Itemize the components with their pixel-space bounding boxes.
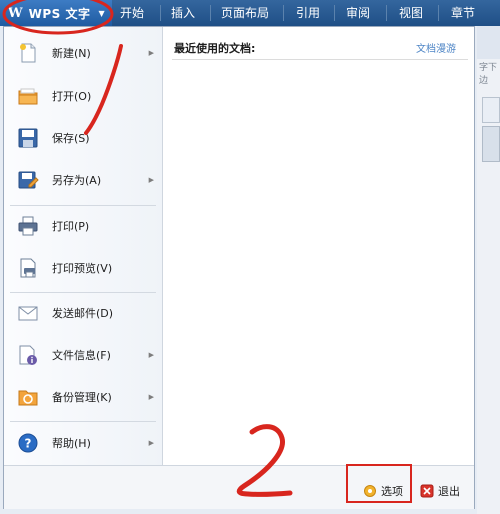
- menu-item-label: 发送邮件(D): [52, 307, 114, 320]
- background-text: 字下边: [479, 63, 498, 86]
- menu-item-file-info[interactable]: 文件信息(F) ▶: [4, 335, 162, 375]
- tab-separator: [160, 5, 161, 21]
- print-icon: [18, 216, 38, 236]
- recent-documents-title: 最近使用的文档:: [174, 42, 256, 55]
- svg-text:?: ?: [25, 437, 32, 451]
- wps-logo-icon: W: [8, 5, 23, 21]
- menu-item-backup[interactable]: 备份管理(K) ▶: [4, 377, 162, 417]
- menu-item-label: 备份管理(K): [52, 391, 112, 404]
- menu-item-label: 文件信息(F): [52, 349, 111, 362]
- menu-item-label: 打印(P): [52, 220, 90, 233]
- tab-view[interactable]: 视图: [399, 0, 423, 26]
- email-icon: [18, 306, 38, 321]
- background-control: [482, 97, 500, 123]
- menu-item-label: 打印预览(V): [52, 262, 113, 275]
- app-name: WPS 文字: [28, 6, 91, 21]
- exit-button[interactable]: 退出: [420, 480, 460, 502]
- submenu-arrow-icon: ▶: [148, 393, 154, 401]
- open-folder-icon: [18, 88, 38, 105]
- submenu-arrow-icon: ▶: [148, 176, 154, 184]
- options-label: 选项: [381, 485, 403, 498]
- menu-item-open[interactable]: 打开(O): [4, 76, 162, 116]
- menu-item-help[interactable]: ? 帮助(H) ▶: [4, 423, 162, 463]
- tab-separator: [386, 5, 387, 21]
- tab-separator: [283, 5, 284, 21]
- help-icon: ?: [18, 433, 38, 453]
- app-menu-button[interactable]: W WPS 文字 ▼: [0, 0, 112, 26]
- tab-separator: [210, 5, 211, 21]
- menu-item-label: 另存为(A): [52, 174, 102, 187]
- menu-item-send-email[interactable]: 发送邮件(D): [4, 293, 162, 333]
- tab-insert[interactable]: 插入: [171, 0, 195, 26]
- submenu-arrow-icon: ▶: [148, 439, 154, 447]
- backup-icon: [18, 390, 38, 406]
- tab-references[interactable]: 引用: [296, 0, 320, 26]
- save-as-icon: [18, 171, 39, 189]
- exit-label: 退出: [438, 485, 460, 498]
- recent-divider: [172, 59, 468, 60]
- exit-icon: [420, 484, 434, 498]
- file-info-icon: [19, 345, 37, 365]
- menu-item-new[interactable]: 新建(N) ▶: [4, 33, 162, 73]
- tab-chapter[interactable]: 章节: [451, 0, 475, 26]
- gear-icon: [364, 485, 376, 497]
- tab-review[interactable]: 审阅: [346, 0, 370, 26]
- submenu-arrow-icon: ▶: [148, 351, 154, 359]
- print-preview-icon: [20, 258, 36, 278]
- options-button[interactable]: 选项: [363, 480, 403, 502]
- save-icon: [18, 128, 38, 148]
- toolbar-background: [477, 26, 500, 59]
- file-menu-panel: 新建(N) ▶ 打开(O) 保存(S) 另存为(A) ▶ 打印(P) 打印预览(…: [3, 26, 475, 509]
- menu-divider: [10, 421, 156, 422]
- menu-item-print[interactable]: 打印(P): [4, 206, 162, 246]
- tab-page-layout[interactable]: 页面布局: [221, 0, 269, 26]
- menu-bar: W WPS 文字 ▼ 开始 插入 页面布局 引用 审阅 视图 章节: [0, 0, 500, 26]
- tab-home[interactable]: 开始: [120, 0, 144, 26]
- file-menu-footer: 选项 退出: [4, 465, 474, 509]
- submenu-arrow-icon: ▶: [148, 49, 154, 57]
- menu-item-save[interactable]: 保存(S): [4, 118, 162, 158]
- recent-documents-list: [164, 61, 474, 464]
- menu-item-label: 新建(N): [52, 47, 91, 60]
- menu-item-label: 打开(O): [52, 90, 92, 103]
- menu-item-save-as[interactable]: 另存为(A) ▶: [4, 160, 162, 200]
- chevron-down-icon: ▼: [98, 8, 105, 18]
- file-menu-list: 新建(N) ▶ 打开(O) 保存(S) 另存为(A) ▶ 打印(P) 打印预览(…: [4, 27, 163, 465]
- background-control: [482, 126, 500, 162]
- menu-item-label: 保存(S): [52, 132, 90, 145]
- tab-separator: [334, 5, 335, 21]
- tab-separator: [438, 5, 439, 21]
- menu-item-print-preview[interactable]: 打印预览(V): [4, 248, 162, 288]
- menu-item-label: 帮助(H): [52, 437, 91, 450]
- document-roaming-link[interactable]: 文档漫游: [416, 40, 456, 55]
- new-document-icon: [20, 43, 36, 63]
